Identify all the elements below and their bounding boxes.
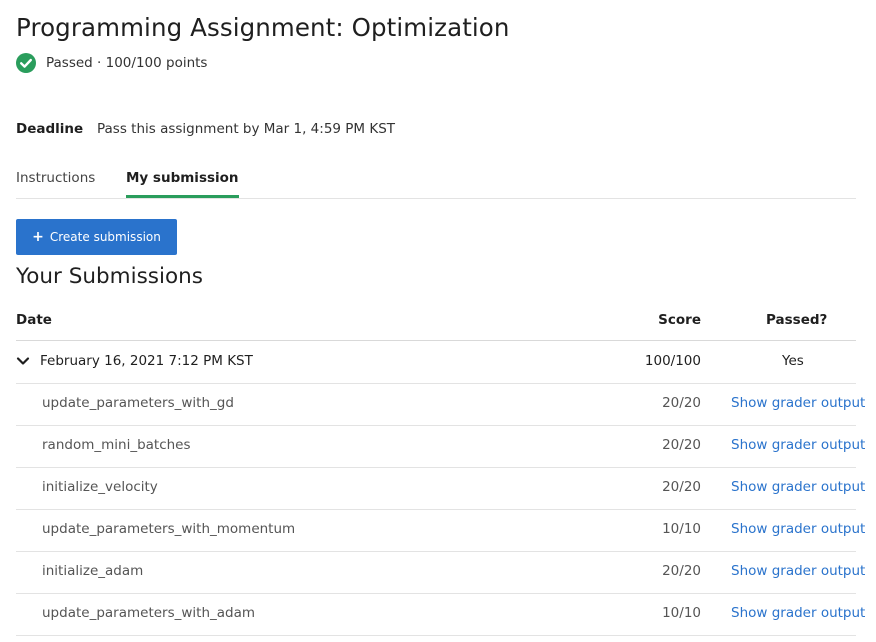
tab-bar: Instructions My submission (16, 170, 856, 199)
part-name: update_parameters_with_momentum (42, 521, 296, 537)
show-grader-output-link[interactable]: Show grader output (731, 437, 865, 453)
assignment-page: Programming Assignment: Optimization Pas… (0, 0, 876, 642)
show-grader-output-link[interactable]: Show grader output (731, 479, 865, 495)
show-grader-output-link[interactable]: Show grader output (731, 521, 865, 537)
submission-passed: Yes (782, 353, 804, 369)
chevron-down-icon[interactable] (16, 354, 30, 368)
part-row: update_parameters_with_momentum 10/10 Sh… (16, 509, 865, 552)
page-title: Programming Assignment: Optimization (16, 13, 510, 42)
part-name: update_parameters_with_gd (42, 395, 234, 411)
submissions-title: Your Submissions (16, 264, 203, 289)
part-score: 20/20 (662, 437, 701, 453)
create-submission-label: Create submission (49, 230, 161, 244)
create-submission-button[interactable]: + Create submission (16, 219, 177, 255)
header-passed: Passed? (766, 312, 828, 328)
part-row: initialize_adam 20/20 Show grader output (16, 551, 865, 594)
status-row: Passed · 100/100 points (16, 53, 207, 73)
part-name: update_parameters_with_adam (42, 605, 256, 621)
part-name: random_mini_batches (42, 437, 191, 453)
submission-date: February 16, 2021 7:12 PM KST (40, 353, 253, 369)
part-score: 10/10 (662, 521, 701, 537)
table-header: Date Score Passed? (16, 300, 856, 341)
tab-instructions[interactable]: Instructions (16, 170, 95, 198)
header-date: Date (16, 312, 52, 328)
tab-my-submission[interactable]: My submission (126, 170, 239, 198)
submission-row: February 16, 2021 7:12 PM KST 100/100 Ye… (16, 341, 856, 384)
show-grader-output-link[interactable]: Show grader output (731, 563, 865, 579)
part-row: update_parameters_with_adam 10/10 Show g… (16, 593, 865, 636)
part-score: 10/10 (662, 605, 701, 621)
part-row: update_parameters_with_gd 20/20 Show gra… (16, 383, 865, 426)
part-name: initialize_velocity (42, 479, 158, 495)
show-grader-output-link[interactable]: Show grader output (731, 395, 865, 411)
part-score: 20/20 (662, 479, 701, 495)
show-grader-output-link[interactable]: Show grader output (731, 605, 865, 621)
deadline-row: Deadline Pass this assignment by Mar 1, … (16, 121, 395, 137)
submission-score: 100/100 (644, 353, 701, 369)
header-score: Score (658, 312, 701, 328)
check-circle-icon (16, 53, 36, 73)
deadline-text: Pass this assignment by Mar 1, 4:59 PM K… (97, 121, 396, 137)
part-score: 20/20 (662, 563, 701, 579)
part-row: initialize_velocity 20/20 Show grader ou… (16, 467, 865, 510)
part-row: random_mini_batches 20/20 Show grader ou… (16, 425, 865, 468)
part-score: 20/20 (662, 395, 701, 411)
part-name: initialize_adam (42, 563, 144, 579)
deadline-label: Deadline (16, 121, 84, 137)
plus-icon: + (32, 229, 44, 245)
status-text: Passed · 100/100 points (46, 55, 208, 71)
